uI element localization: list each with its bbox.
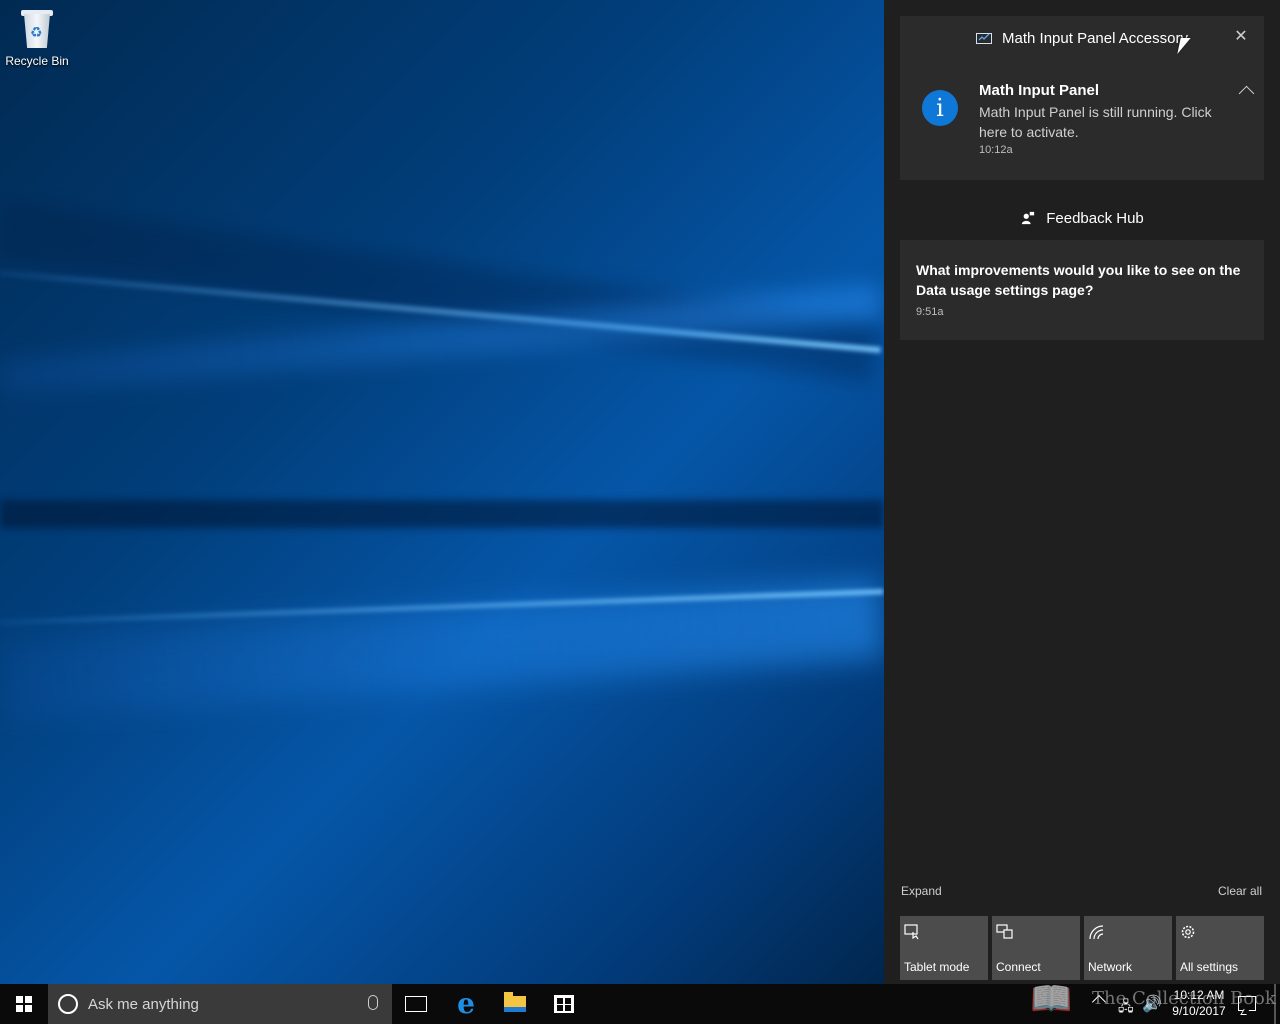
quick-action-label: Connect [996,960,1041,974]
watermark: 📖 The Collection Book [1030,978,1280,1024]
tablet-mode-icon [904,924,919,940]
edge-icon: e [457,987,475,1020]
notification-group-header-math-input[interactable]: Math Input Panel Accessory ✕ [900,16,1264,60]
store-button[interactable] [540,984,588,1024]
quick-action-label: Network [1088,960,1133,974]
quick-action-network[interactable]: Network [1084,916,1172,980]
math-input-panel-icon [976,33,993,44]
desktop-icon-label: Recycle Bin [5,54,69,68]
notification-time: 10:12a [979,144,1013,156]
clear-all-link[interactable]: Clear all [1218,884,1262,898]
notification-card-feedback-hub[interactable]: What improvements would you like to see … [900,240,1264,340]
close-icon[interactable]: ✕ [1232,28,1250,46]
expand-link[interactable]: Expand [901,884,942,898]
notification-body: Math Input Panel is still running. Click… [979,104,1212,140]
task-view-button[interactable] [392,984,440,1024]
microphone-icon[interactable] [368,995,378,1010]
file-explorer-button[interactable] [491,984,539,1024]
gear-icon [1181,925,1195,939]
store-icon [554,995,574,1013]
action-center: Math Input Panel Accessory ✕ i Math Inpu… [884,0,1280,984]
start-button[interactable] [0,984,48,1024]
notification-time: 9:51a [916,306,944,318]
quick-action-tablet-mode[interactable]: Tablet mode [900,916,988,980]
desktop-icon-recycle-bin[interactable]: ♻ Recycle Bin [4,8,70,68]
group-app-name: Math Input Panel Accessory [1002,29,1188,47]
recycle-bin-icon: ♻ [18,8,56,48]
file-explorer-icon [504,992,526,1012]
chevron-up-icon[interactable] [1238,85,1255,102]
task-view-icon [405,996,427,1012]
cortana-icon [58,994,78,1014]
notification-title: Math Input Panel [979,82,1099,99]
quick-action-all-settings[interactable]: All settings [1176,916,1264,980]
group-app-name: Feedback Hub [1046,209,1144,227]
connect-icon [996,924,1013,939]
book-icon: 📖 [1030,979,1073,1019]
watermark-text: The Collection Book [1092,988,1276,1009]
search-box[interactable]: Ask me anything [48,984,392,1024]
wallpaper-beam [0,500,884,528]
info-icon: i [922,90,958,126]
network-icon [1089,925,1104,940]
quick-action-connect[interactable]: Connect [992,916,1080,980]
notification-body: What improvements would you like to see … [916,262,1241,298]
windows-logo-icon [16,996,32,1012]
feedback-hub-icon [1022,211,1035,225]
quick-action-label: Tablet mode [904,960,970,974]
edge-button[interactable]: e [442,984,490,1024]
desktop-background: ♻ Recycle Bin [0,0,884,984]
search-placeholder: Ask me anything [88,996,199,1013]
quick-actions: Tablet mode Connect Network All settings [900,916,1264,980]
quick-action-label: All settings [1180,960,1239,974]
notification-card-math-input[interactable]: i Math Input Panel Math Input Panel is s… [900,60,1264,180]
wallpaper-beam [0,578,884,720]
notification-group-header-feedback-hub[interactable]: Feedback Hub [900,196,1264,240]
